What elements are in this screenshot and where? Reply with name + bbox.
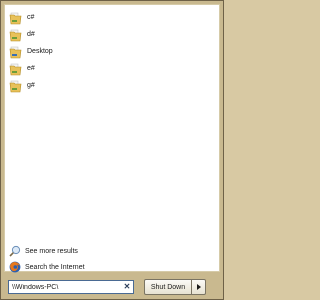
folder-icon (9, 62, 23, 76)
result-label: g# (27, 82, 35, 89)
search-actions: See more results Search the Internet (9, 243, 209, 275)
search-internet-label: Search the Internet (25, 263, 85, 271)
result-item-desktop[interactable]: Desktop (9, 43, 209, 60)
search-box[interactable]: ✕ (8, 280, 134, 294)
result-list: c# d# Desktop e# g# (9, 9, 209, 94)
shut-down-button[interactable]: Shut Down (144, 279, 192, 295)
folder-icon (9, 79, 23, 93)
bottom-bar: ✕ Shut Down (4, 275, 220, 297)
shutdown-group: Shut Down (144, 279, 206, 295)
result-label: c# (27, 14, 35, 21)
result-item-g[interactable]: g# (9, 77, 209, 94)
shutdown-options-button[interactable] (192, 279, 206, 295)
see-more-results-link[interactable]: See more results (9, 243, 209, 259)
chevron-right-icon (196, 284, 201, 290)
folder-icon (9, 45, 23, 59)
search-internet-link[interactable]: Search the Internet (9, 259, 209, 275)
result-item-e[interactable]: e# (9, 60, 209, 77)
result-item-c[interactable]: c# (9, 9, 209, 26)
see-more-results-label: See more results (25, 247, 78, 255)
close-icon[interactable]: ✕ (122, 282, 132, 292)
start-menu: c# d# Desktop e# g# See more results Sea… (0, 0, 224, 300)
magnifier-icon (9, 245, 21, 257)
folder-icon (9, 28, 23, 42)
result-label: e# (27, 65, 35, 72)
result-label: d# (27, 31, 35, 38)
folder-icon (9, 11, 23, 25)
result-item-d[interactable]: d# (9, 26, 209, 43)
result-label: Desktop (27, 48, 53, 55)
search-results-pane: c# d# Desktop e# g# See more results Sea… (4, 4, 220, 275)
firefox-icon (9, 261, 21, 273)
search-input[interactable] (9, 281, 122, 293)
